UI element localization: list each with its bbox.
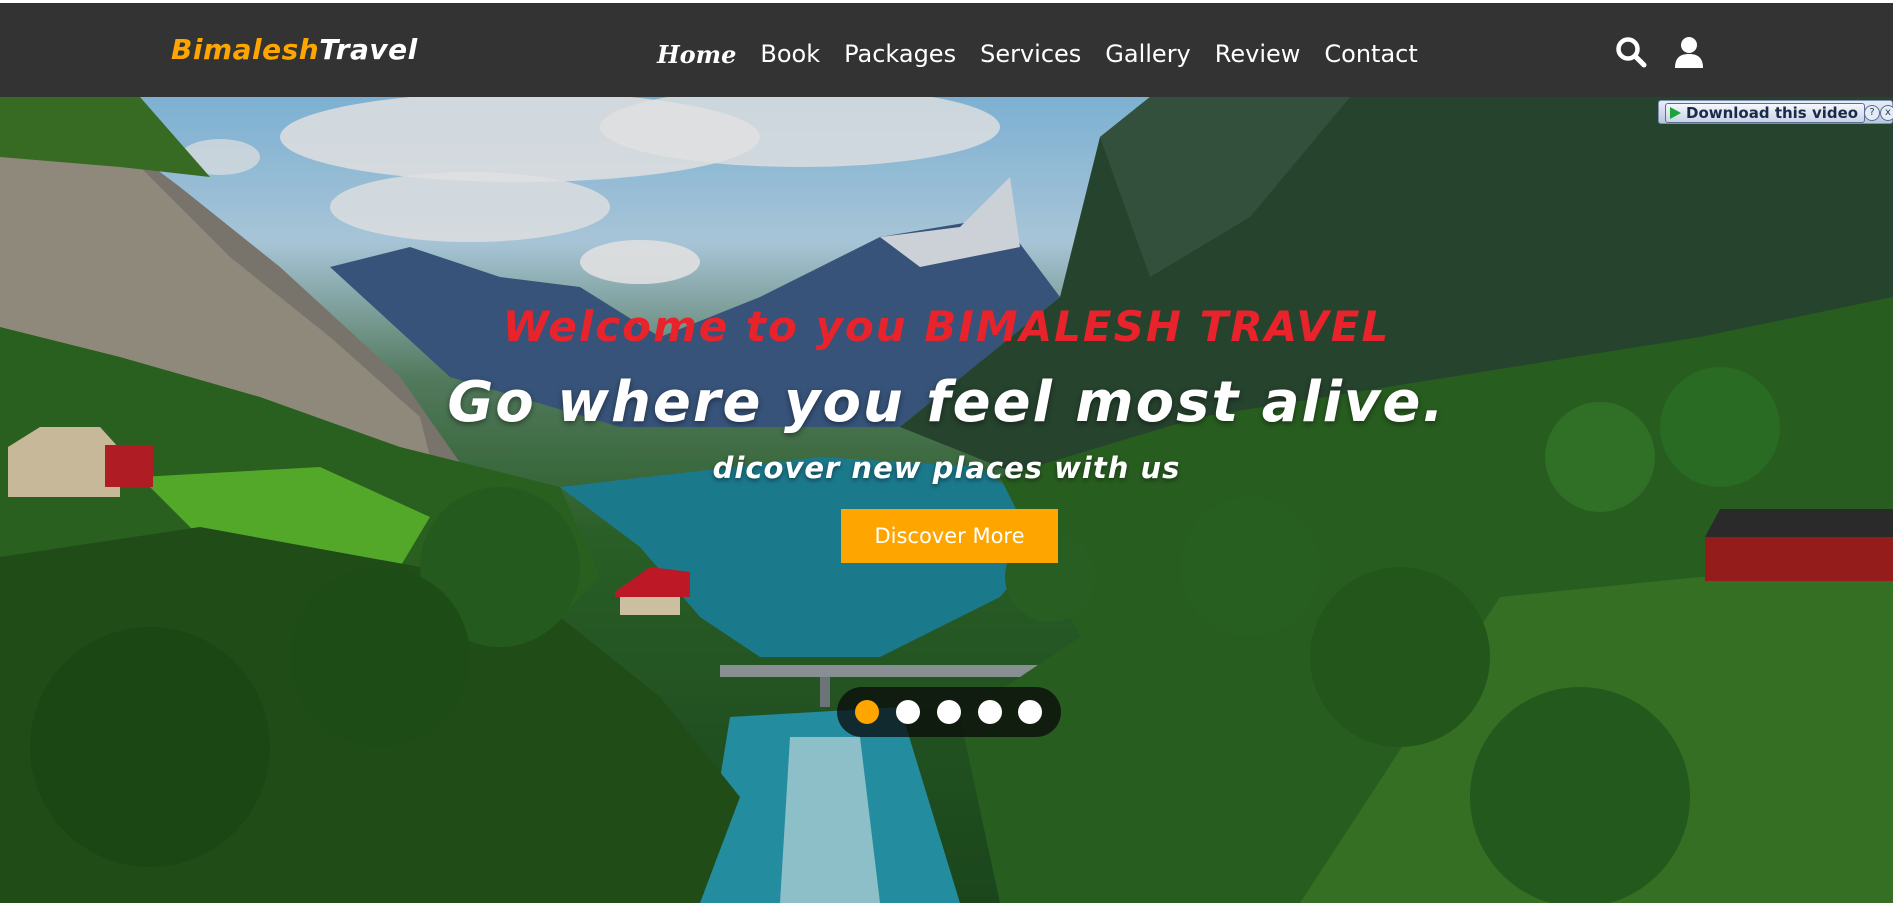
user-icon[interactable] [1672,35,1706,69]
slider-dot-3[interactable] [937,700,961,724]
close-icon[interactable]: x [1880,105,1893,121]
nav-services[interactable]: Services [980,40,1081,68]
nav-book[interactable]: Book [760,40,820,68]
download-video-bar: Download this video ? x [1658,100,1893,124]
download-video-label: Download this video [1686,104,1859,122]
hero-subtagline: dicover new places with us [712,451,1181,485]
slider-dot-2[interactable] [896,700,920,724]
brand-logo[interactable]: BimaleshTravel [171,33,418,66]
brand-part-2: Travel [319,33,418,66]
welcome-heading: Welcome to you BIMALESH TRAVEL [502,302,1391,351]
slider-dot-1[interactable] [855,700,879,724]
nav-packages[interactable]: Packages [844,40,956,68]
nav-gallery[interactable]: Gallery [1105,40,1190,68]
site-header: BimaleshTravel Home Book Packages Servic… [0,3,1893,97]
nav-review[interactable]: Review [1215,40,1301,68]
hero-section: Welcome to you BIMALESH TRAVEL Go where … [0,97,1893,903]
download-video-button[interactable]: Download this video [1665,103,1866,123]
slider-dot-5[interactable] [1018,700,1042,724]
hero-background-video[interactable] [0,97,1893,903]
slider-dot-4[interactable] [978,700,1002,724]
slider-controls [837,687,1061,737]
nav-home[interactable]: Home [657,40,736,69]
brand-part-1: Bimalesh [171,33,320,66]
help-icon[interactable]: ? [1864,105,1880,121]
play-icon [1670,107,1681,119]
main-nav: Home Book Packages Services Gallery Revi… [657,38,1418,70]
search-icon[interactable] [1614,35,1648,69]
discover-more-button[interactable]: Discover More [841,509,1058,563]
nav-contact[interactable]: Contact [1324,40,1417,68]
hero-tagline: Go where you feel most alive. [447,370,1446,435]
